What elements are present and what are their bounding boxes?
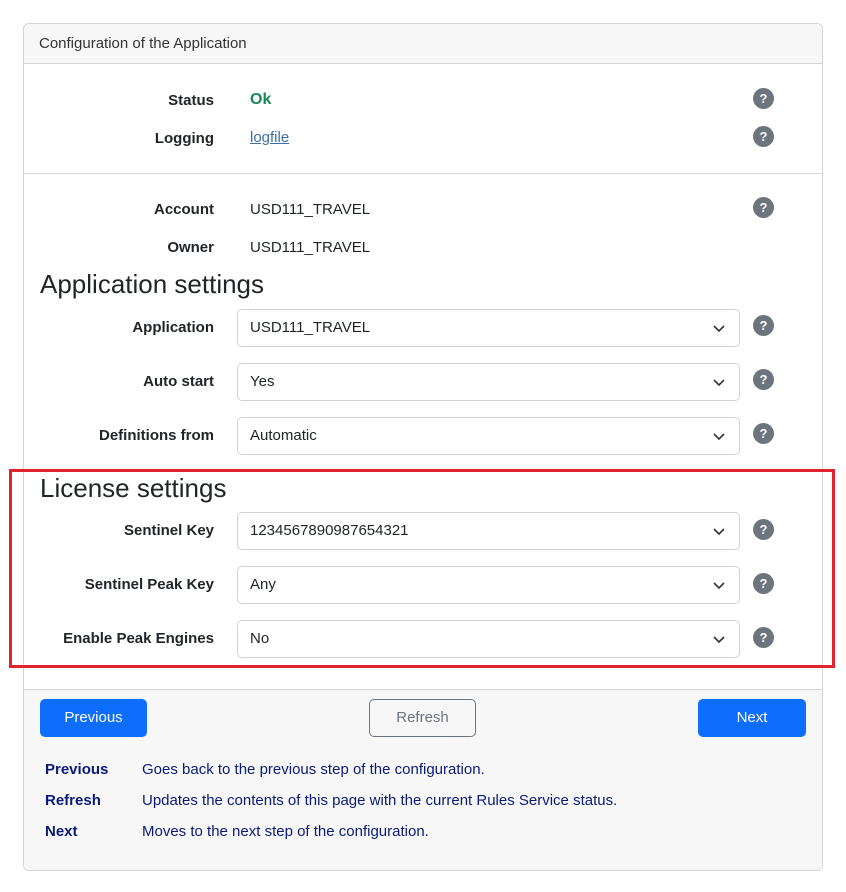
help-sentinel-peak-key-icon[interactable]: ? [753,573,774,594]
enable-peak-engines-select[interactable]: No [237,620,740,658]
sentinel-peak-key-select[interactable]: Any [237,566,740,604]
status-label: Status [168,92,214,109]
legend-desc: Goes back to the previous step of the co… [142,761,485,778]
status-value: Ok [250,91,272,108]
legend-term: Next [45,823,78,840]
application-select[interactable]: USD111_TRAVEL [237,309,740,347]
help-sentinel-key-icon[interactable]: ? [753,519,774,540]
refresh-button[interactable]: Refresh [369,699,476,737]
owner-label: Owner [167,239,214,256]
definitions-select-value: Automatic [250,427,317,444]
application-label: Application [132,319,214,336]
account-label: Account [154,201,214,218]
definitions-select[interactable]: Automatic [237,417,740,455]
definitions-label: Definitions from [99,427,214,444]
help-account-icon[interactable]: ? [753,197,774,218]
help-auto-start-icon[interactable]: ? [753,369,774,390]
sentinel-peak-key-select-value: Any [250,576,276,593]
help-logging-icon[interactable]: ? [753,126,774,147]
configuration-card: Configuration of the Application Status … [23,23,823,871]
chevron-down-icon [713,379,725,387]
help-status-icon[interactable]: ? [753,88,774,109]
help-definitions-icon[interactable]: ? [753,423,774,444]
divider [24,173,822,174]
owner-value: USD111_TRAVEL [250,239,371,256]
legend-term: Refresh [45,792,101,809]
enable-peak-engines-label: Enable Peak Engines [63,630,214,647]
help-application-icon[interactable]: ? [753,315,774,336]
legend-desc: Moves to the next step of the configurat… [142,823,429,840]
card-header-title: Configuration of the Application [24,24,822,64]
auto-start-label: Auto start [143,373,214,390]
application-settings-heading: Application settings [40,269,265,299]
account-value: USD111_TRAVEL [250,201,371,218]
sentinel-key-label: Sentinel Key [123,522,214,539]
chevron-down-icon [713,582,725,590]
legend-desc: Updates the contents of this page with t… [142,792,618,809]
sentinel-key-select[interactable]: 1234567890987654321 [237,512,740,550]
chevron-down-icon [713,636,725,644]
logging-label: Logging [154,130,214,147]
logfile-link[interactable]: logfile [250,129,289,146]
enable-peak-engines-select-value: No [250,630,270,647]
card-footer: Previous Refresh Next Previous Goes back… [24,689,822,870]
auto-start-select[interactable]: Yes [237,363,740,401]
previous-button[interactable]: Previous [40,699,147,737]
chevron-down-icon [713,433,725,441]
legend-term: Previous [45,761,109,778]
next-button[interactable]: Next [698,699,806,737]
chevron-down-icon [713,528,725,536]
auto-start-select-value: Yes [250,373,275,390]
sentinel-peak-key-label: Sentinel Peak Key [84,576,214,593]
chevron-down-icon [713,325,725,333]
help-enable-peak-engines-icon[interactable]: ? [753,627,774,648]
sentinel-key-select-value: 1234567890987654321 [250,522,409,539]
application-select-value: USD111_TRAVEL [250,319,371,336]
license-settings-heading: License settings [40,473,227,503]
